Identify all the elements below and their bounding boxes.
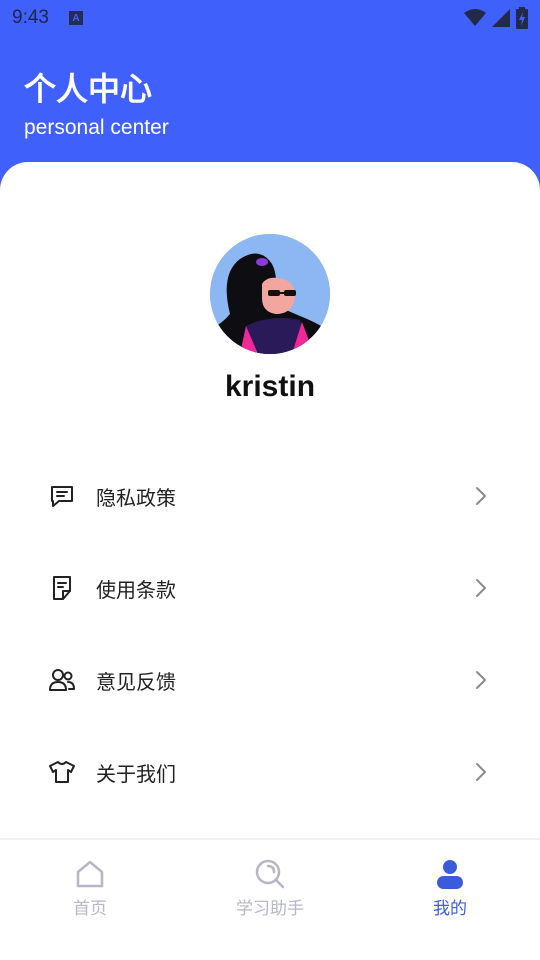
status-bar: 9:43 A — [0, 0, 540, 36]
menu-item-about-us[interactable]: 关于我们 — [0, 726, 540, 818]
page-subtitle: personal center — [24, 116, 169, 139]
username: kristin — [224, 370, 316, 403]
menu-item-label: 意见反馈 — [96, 669, 176, 694]
message-square-icon — [48, 482, 76, 510]
avatar[interactable] — [210, 234, 330, 354]
status-time: 9:43 — [12, 7, 49, 28]
menu-item-feedback[interactable]: 意见反馈 — [0, 634, 540, 726]
users-icon — [48, 666, 76, 694]
avatar-illustration — [210, 234, 330, 354]
signal-icon — [492, 9, 510, 27]
menu-item-label: 关于我们 — [96, 761, 176, 786]
tab-label: 学习助手 — [236, 899, 304, 919]
menu-item-terms-of-use[interactable]: 使用条款 — [0, 542, 540, 634]
status-indicators — [464, 7, 528, 29]
tab-home[interactable]: 首页 — [30, 858, 150, 919]
wifi-icon — [464, 9, 486, 26]
tab-me[interactable]: 我的 — [390, 858, 510, 919]
tab-label: 首页 — [73, 899, 107, 919]
menu-item-privacy-policy[interactable]: 隐私政策 — [0, 450, 540, 542]
tab-label: 我的 — [433, 899, 467, 919]
notification-icon: A — [68, 11, 83, 25]
chevron-right-icon — [476, 671, 486, 689]
search-icon — [255, 859, 285, 889]
battery-icon — [516, 7, 528, 29]
home-icon — [76, 860, 104, 888]
tshirt-icon — [48, 758, 76, 786]
user-icon — [437, 860, 463, 889]
chevron-right-icon — [476, 487, 486, 505]
page-title: 个人中心 — [24, 70, 153, 108]
menu-item-label: 隐私政策 — [96, 485, 176, 510]
document-icon — [48, 574, 76, 602]
tab-study-assistant[interactable]: 学习助手 — [210, 858, 330, 919]
bottom-tab-bar: 首页 学习助手 我的 — [0, 838, 540, 960]
menu-item-label: 使用条款 — [96, 577, 176, 602]
chevron-right-icon — [476, 763, 486, 781]
chevron-right-icon — [476, 579, 486, 597]
